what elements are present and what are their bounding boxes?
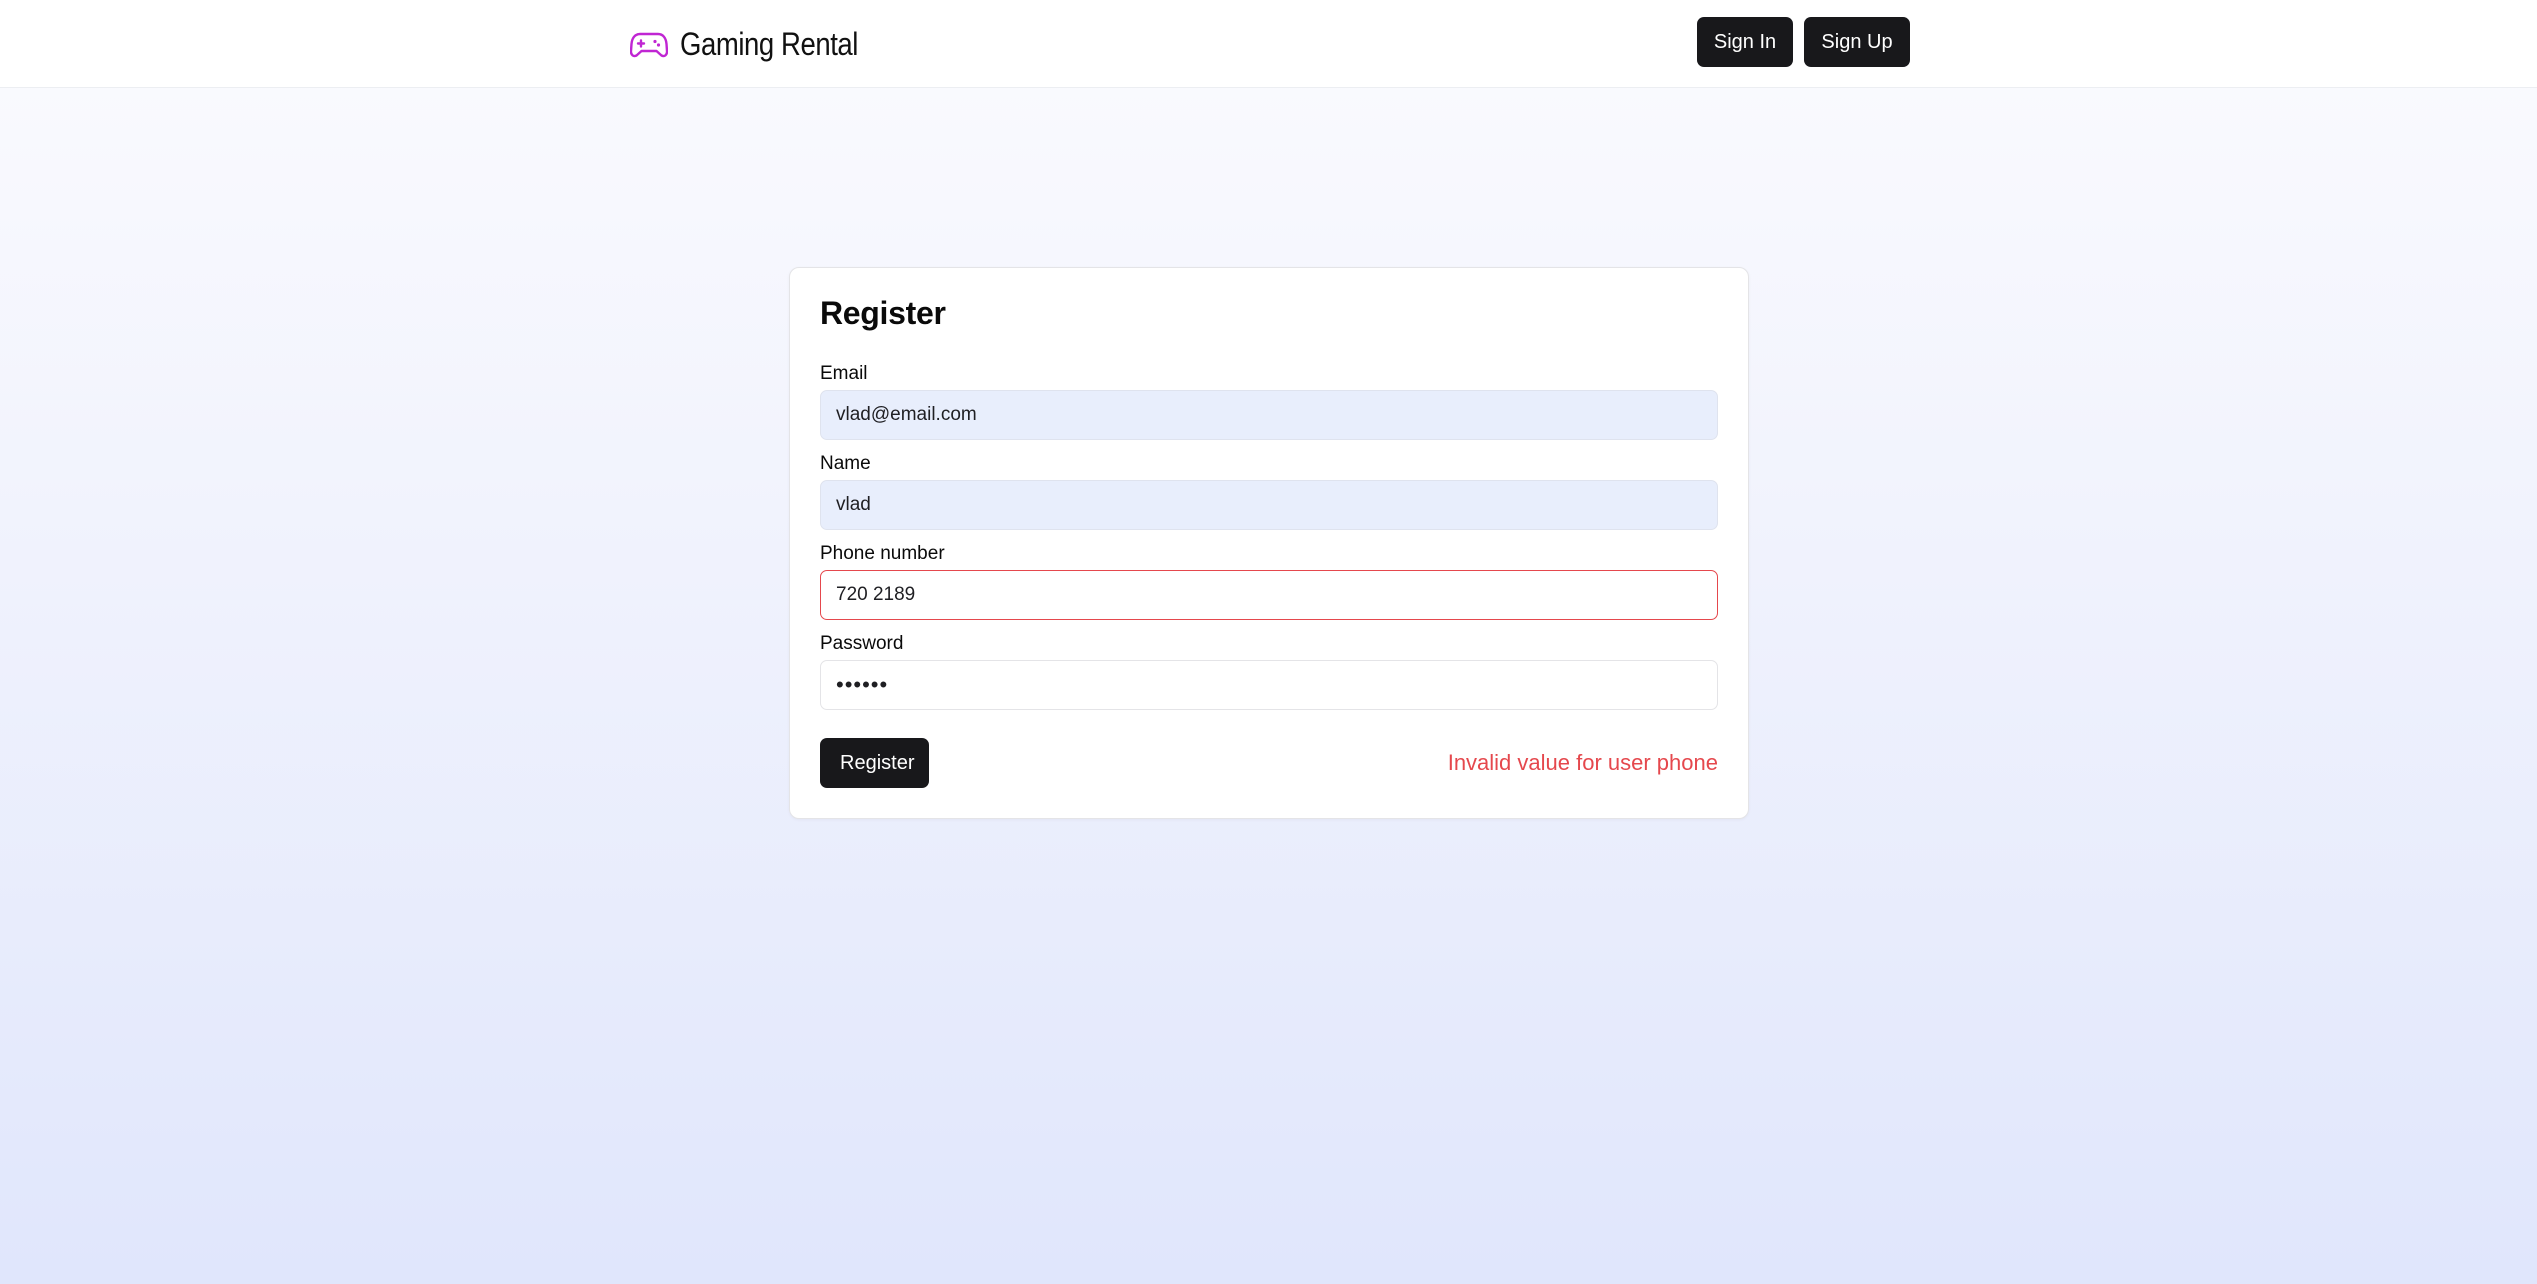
- password-field[interactable]: [820, 660, 1718, 710]
- page-title: Register: [820, 295, 946, 331]
- sign-in-button[interactable]: Sign In: [1697, 17, 1793, 67]
- register-button[interactable]: Register: [820, 738, 929, 788]
- phone-label: Phone number: [820, 543, 945, 564]
- error-message: Invalid value for user phone: [1447, 750, 1718, 775]
- email-field[interactable]: [820, 390, 1718, 440]
- gamepad-icon: [630, 32, 668, 58]
- name-field[interactable]: [820, 480, 1718, 530]
- brand[interactable]: Gaming Rental: [630, 22, 887, 66]
- nav-actions: Sign In Sign Up: [1697, 17, 1910, 67]
- register-card: Register Email Name Phone number Passwor…: [789, 267, 1749, 819]
- sign-up-button[interactable]: Sign Up: [1804, 17, 1910, 67]
- name-label: Name: [820, 453, 871, 474]
- password-label: Password: [820, 633, 904, 654]
- brand-title: Gaming Rental: [680, 25, 858, 62]
- top-navbar: Gaming Rental Sign In Sign Up: [0, 0, 2537, 88]
- email-label: Email: [820, 363, 868, 384]
- phone-field[interactable]: [820, 570, 1718, 620]
